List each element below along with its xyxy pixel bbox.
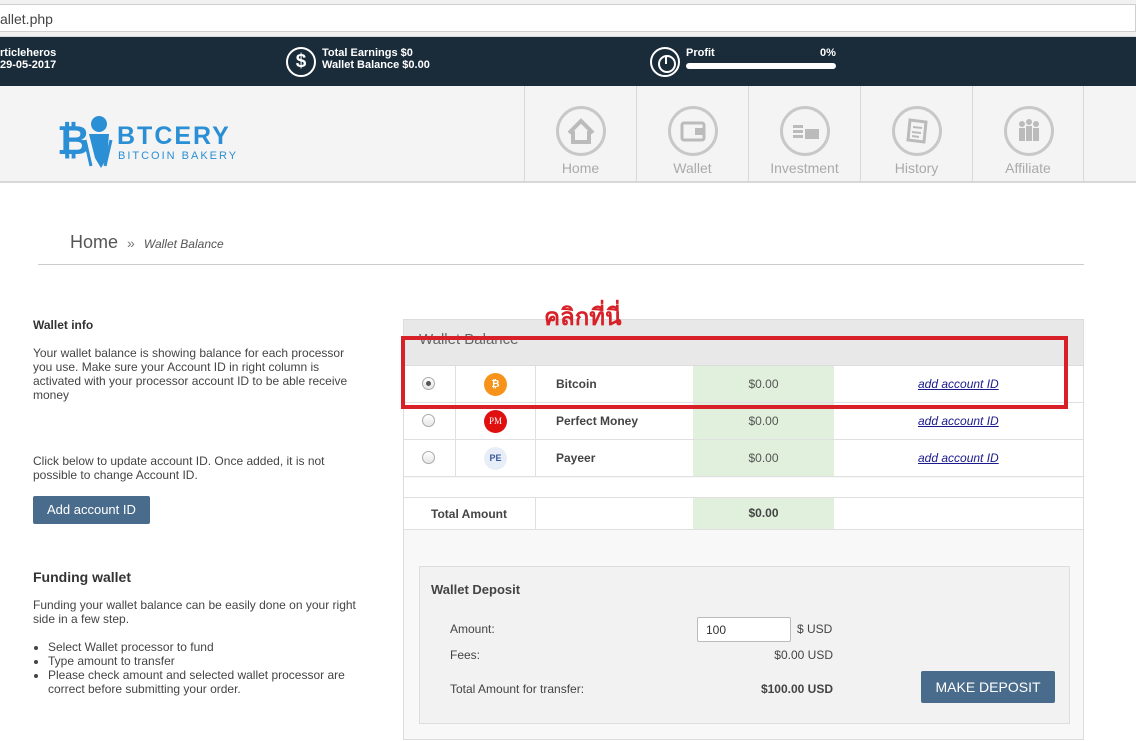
wallet-balance: Wallet Balance $0.00 (322, 59, 430, 71)
site-header: ₿ BTCERY BITCOIN BAKERY Home Wallet Inve… (0, 86, 1136, 183)
nav-label: Affiliate (1005, 160, 1051, 176)
history-icon (892, 106, 942, 156)
transfer-total-label: Total Amount for transfer: (450, 682, 585, 696)
list-item: Select Wallet processor to fund (48, 640, 363, 654)
browser-address-bar: allet.php (0, 0, 1136, 37)
total-earnings: Total Earnings $0 (322, 47, 413, 59)
wallet-deposit-box: Wallet Deposit Amount: $ USD Fees: $0.00… (419, 566, 1070, 724)
nav-item-investment[interactable]: Investment (748, 86, 860, 182)
funding-wallet-text: Funding your wallet balance can be easil… (33, 598, 356, 626)
processor-name: Payeer (556, 451, 596, 465)
home-icon (556, 106, 606, 156)
username: rticleheros (0, 47, 57, 59)
investment-icon (780, 106, 830, 156)
list-item: Type amount to transfer (48, 654, 363, 668)
table-spacer (404, 478, 1083, 498)
amount-input[interactable] (697, 617, 791, 642)
nav-label: Home (561, 160, 600, 176)
profit-label: Profit (686, 47, 715, 59)
funding-wallet-title: Funding wallet (33, 569, 131, 585)
fees-label: Fees: (450, 648, 481, 662)
update-account-text: Click below to update account ID. Once a… (33, 454, 325, 482)
payeer-icon: PE (484, 447, 507, 470)
processor-amount: $0.00 (693, 440, 834, 476)
divider (38, 264, 1084, 265)
wallet-info-title: Wallet info (33, 318, 94, 332)
list-item: Please check amount and selected wallet … (48, 668, 363, 696)
affiliate-icon (1004, 106, 1054, 156)
nav-item-wallet[interactable]: Wallet (636, 86, 748, 182)
url-field[interactable]: allet.php (0, 4, 1136, 32)
wallet-info-text: Your wallet balance is showing balance f… (33, 346, 348, 402)
breadcrumb: Home » Wallet Balance (70, 232, 224, 253)
site-logo[interactable]: ₿ BTCERY BITCOIN BAKERY (55, 110, 255, 172)
breadcrumb-current: Wallet Balance (143, 237, 224, 251)
nav-item-affiliate[interactable]: Affiliate (972, 86, 1084, 182)
nav-label: Wallet (673, 160, 712, 176)
processor-radio-perfect-money[interactable] (422, 414, 435, 427)
dollar-icon: $ (286, 47, 316, 77)
total-row: Total Amount $0.00 (404, 498, 1083, 530)
annotation-text: คลิกที่นี่ (544, 304, 622, 331)
nav-label: History (894, 160, 939, 176)
amount-unit: $ USD (797, 622, 833, 636)
add-account-id-button[interactable]: Add account ID (33, 496, 150, 524)
earnings-info: Total Earnings $0 Wallet Balance $0.00 (322, 47, 430, 71)
processor-name: Perfect Money (556, 414, 639, 428)
add-account-id-link[interactable]: add account ID (918, 414, 999, 428)
logo-tagline: BITCOIN BAKERY (118, 150, 239, 162)
nav-label: Investment (770, 160, 839, 176)
total-label: Total Amount (431, 507, 507, 521)
fees-value: $0.00 USD (774, 648, 833, 662)
annotation-highlight-box (401, 336, 1068, 409)
add-account-id-link[interactable]: add account ID (918, 451, 999, 465)
timer-icon (650, 47, 680, 77)
deposit-title: Wallet Deposit (431, 582, 521, 597)
total-amount: $0.00 (693, 498, 834, 529)
breadcrumb-separator: » (127, 235, 135, 251)
left-info-column: Wallet info Your wallet balance is showi… (33, 318, 363, 696)
user-info: rticleheros 29-05-2017 (0, 47, 56, 71)
perfect-money-icon: PM (484, 410, 507, 433)
profit-progress-bar (686, 63, 836, 69)
nav-item-history[interactable]: History (860, 86, 972, 182)
transfer-total-value: $100.00 USD (760, 682, 833, 696)
wallet-icon (668, 106, 718, 156)
make-deposit-button[interactable]: MAKE DEPOSIT (921, 671, 1055, 703)
logo-brand: BTCERY (117, 122, 231, 150)
bitcoin-baker-logo-icon: ₿ (57, 116, 113, 168)
profit-percent: 0% (820, 47, 836, 59)
processor-radio-payeer[interactable] (422, 451, 435, 464)
user-date: 29-05-2017 (0, 59, 57, 71)
user-status-bar: rticleheros 29-05-2017 $ Total Earnings … (0, 37, 1136, 86)
funding-steps-list: Select Wallet processor to fund Type amo… (33, 640, 363, 696)
nav-item-home[interactable]: Home (524, 86, 636, 182)
main-nav: Home Wallet Investment History Affiliate (524, 86, 1084, 182)
breadcrumb-home[interactable]: Home (70, 232, 118, 252)
table-row: PE Payeer $0.00 add account ID (404, 440, 1083, 477)
amount-label: Amount: (450, 622, 495, 636)
